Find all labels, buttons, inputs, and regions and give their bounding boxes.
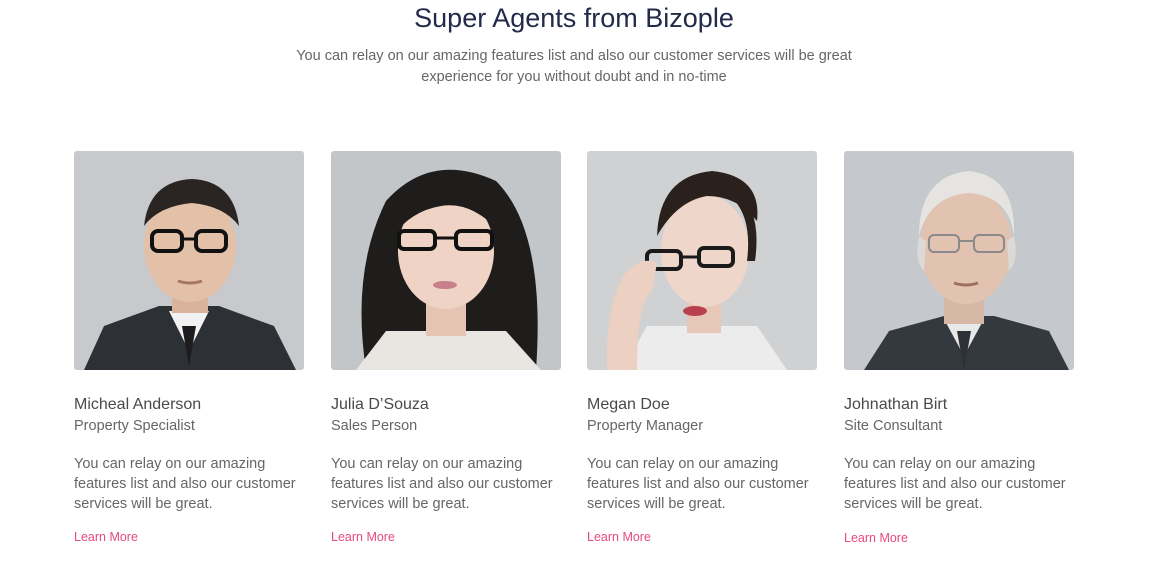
section-title: Super Agents from Bizople xyxy=(414,3,734,33)
agent-name: Julia D’Souza xyxy=(331,396,429,413)
agent-description: You can relay on our amazing features li… xyxy=(587,456,809,512)
agent-photo xyxy=(331,151,561,370)
agent-card: Micheal Anderson Property Specialist You… xyxy=(74,151,304,544)
subtitle-line-1: You can relay on our amazing features li… xyxy=(296,48,852,64)
agent-name: Johnathan Birt xyxy=(844,396,948,413)
section-subtitle: You can relay on our amazing features li… xyxy=(289,46,859,88)
agent-description: You can relay on our amazing features li… xyxy=(331,456,553,512)
learn-more-link[interactable]: Learn More xyxy=(74,530,138,544)
agent-description: You can relay on our amazing features li… xyxy=(74,456,296,512)
agent-role: Sales Person xyxy=(331,418,418,434)
agent-photo xyxy=(587,151,817,370)
agent-card: Julia D’Souza Sales Person You can relay… xyxy=(331,151,561,544)
agent-description: You can relay on our amazing features li… xyxy=(844,456,1066,512)
agent-photo xyxy=(74,151,304,370)
learn-more-link[interactable]: Learn More xyxy=(587,530,651,544)
learn-more-link[interactable]: Learn More xyxy=(844,531,908,545)
agent-name: Micheal Anderson xyxy=(74,396,202,413)
agent-photo xyxy=(844,151,1074,370)
agent-role: Property Manager xyxy=(587,418,704,434)
agent-name: Megan Doe xyxy=(587,396,670,413)
agent-role: Property Specialist xyxy=(74,418,195,434)
agent-role: Site Consultant xyxy=(844,418,943,434)
agent-card: Megan Doe Property Manager You can relay… xyxy=(587,151,817,544)
learn-more-link[interactable]: Learn More xyxy=(331,530,395,544)
subtitle-line-2: experience for you without doubt and in … xyxy=(421,69,727,85)
agent-card: Johnathan Birt Site Consultant You can r… xyxy=(844,151,1074,545)
